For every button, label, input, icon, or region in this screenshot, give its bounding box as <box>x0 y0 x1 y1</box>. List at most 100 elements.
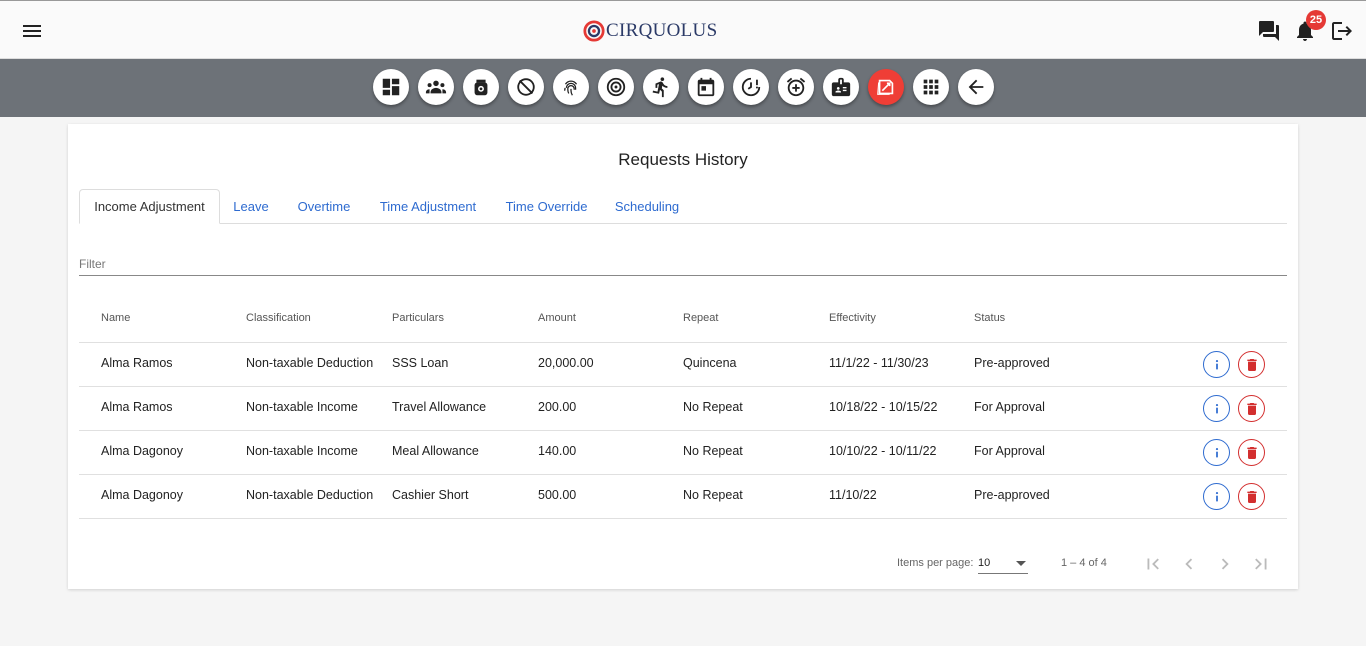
back-arrow-icon[interactable] <box>958 69 994 105</box>
info-button[interactable] <box>1203 439 1230 466</box>
cell-repeat: No Repeat <box>683 400 743 414</box>
table-row: Alma Ramos Non-taxable Income Travel All… <box>79 387 1287 431</box>
cell-repeat: Quincena <box>683 356 737 370</box>
cell-effectivity: 10/10/22 - 10/11/22 <box>829 444 937 458</box>
cell-status: Pre-approved <box>974 488 1050 502</box>
next-page-button[interactable] <box>1213 552 1237 576</box>
employees-icon[interactable] <box>418 69 454 105</box>
delete-button[interactable] <box>1238 395 1265 422</box>
cell-effectivity: 11/10/22 <box>829 488 877 502</box>
column-header-name[interactable]: Name <box>101 312 130 324</box>
cell-particulars: Cashier Short <box>392 488 469 502</box>
brand-name: CIRQUOLUS <box>606 20 718 41</box>
cell-classification: Non-taxable Income <box>246 400 358 414</box>
tab-overtime[interactable]: Overtime <box>286 189 362 224</box>
trash-icon <box>1246 402 1257 415</box>
cell-amount: 500.00 <box>538 488 577 502</box>
notification-count-badge: 25 <box>1306 10 1326 30</box>
cell-repeat: No Repeat <box>683 488 743 502</box>
table-header-row: Name Classification Particulars Amount R… <box>79 299 1287 343</box>
calendar-icon[interactable] <box>688 69 724 105</box>
info-button[interactable] <box>1203 351 1230 378</box>
tab-leave[interactable]: Leave <box>220 189 282 224</box>
last-page-icon <box>1255 558 1267 570</box>
cell-classification: Non-taxable Deduction <box>246 356 374 370</box>
trash-icon <box>1246 490 1257 503</box>
alarm-add-icon[interactable] <box>778 69 814 105</box>
cell-status: For Approval <box>974 444 1045 458</box>
info-button[interactable] <box>1203 395 1230 422</box>
cell-classification: Non-taxable Deduction <box>246 488 374 502</box>
logout-icon[interactable] <box>1330 19 1354 43</box>
cell-amount: 200.00 <box>538 400 577 414</box>
trash-icon <box>1246 446 1257 459</box>
table-row: Alma Dagonoy Non-taxable Deduction Cashi… <box>79 475 1287 519</box>
trash-icon <box>1246 358 1257 371</box>
delete-button[interactable] <box>1238 439 1265 466</box>
chevron-left-icon <box>1185 558 1193 570</box>
target-icon[interactable] <box>598 69 634 105</box>
paginator: Items per page: 10 1 – 4 of 4 <box>68 552 1298 576</box>
page-range-label: 1 – 4 of 4 <box>1061 557 1107 569</box>
no-timer-icon[interactable] <box>508 69 544 105</box>
info-button[interactable] <box>1203 483 1230 510</box>
cell-classification: Non-taxable Income <box>246 444 358 458</box>
cell-particulars: Travel Allowance <box>392 400 487 414</box>
time-alert-icon[interactable] <box>733 69 769 105</box>
menu-icon[interactable] <box>20 19 44 43</box>
apps-grid-icon[interactable] <box>913 69 949 105</box>
logo-mark-icon <box>583 20 605 42</box>
delete-button[interactable] <box>1238 483 1265 510</box>
table-row: Alma Dagonoy Non-taxable Income Meal All… <box>79 431 1287 475</box>
requests-icon[interactable] <box>868 69 904 105</box>
column-header-amount[interactable]: Amount <box>538 312 576 324</box>
items-per-page-label: Items per page: <box>897 557 974 569</box>
previous-page-button[interactable] <box>1177 552 1201 576</box>
column-header-effectivity[interactable]: Effectivity <box>829 312 876 324</box>
tab-time-adjustment[interactable]: Time Adjustment <box>370 189 486 224</box>
info-icon <box>1215 447 1218 457</box>
info-icon <box>1215 403 1218 413</box>
cell-effectivity: 10/18/22 - 10/15/22 <box>829 400 938 414</box>
tab-income-adjustment[interactable]: Income Adjustment <box>79 189 220 224</box>
chevron-right-icon <box>1221 558 1229 570</box>
column-header-classification[interactable]: Classification <box>246 312 311 324</box>
cell-status: Pre-approved <box>974 356 1050 370</box>
running-icon[interactable] <box>643 69 679 105</box>
top-app-bar: CIRQUOLUS 25 <box>0 0 1366 59</box>
first-page-button[interactable] <box>1141 552 1165 576</box>
delete-button[interactable] <box>1238 351 1265 378</box>
items-per-page-value: 10 <box>978 557 991 569</box>
chat-icon[interactable] <box>1257 19 1281 43</box>
requests-table: Name Classification Particulars Amount R… <box>79 299 1287 519</box>
dropdown-arrow-icon <box>1016 561 1026 566</box>
dashboard-icon[interactable] <box>373 69 409 105</box>
cell-amount: 140.00 <box>538 444 577 458</box>
cell-status: For Approval <box>974 400 1045 414</box>
cell-repeat: No Repeat <box>683 444 743 458</box>
items-per-page-select[interactable]: 10 <box>978 552 1028 574</box>
cell-name: Alma Ramos <box>101 400 173 414</box>
last-page-button[interactable] <box>1249 552 1273 576</box>
cell-name: Alma Ramos <box>101 356 173 370</box>
cell-effectivity: 11/1/22 - 11/30/23 <box>829 356 929 370</box>
cell-particulars: SSS Loan <box>392 356 449 370</box>
info-icon <box>1215 359 1218 369</box>
id-badge-icon[interactable] <box>823 69 859 105</box>
request-type-tabs: Income Adjustment Leave Overtime Time Ad… <box>79 189 1287 224</box>
cell-name: Alma Dagonoy <box>101 444 183 458</box>
tab-time-override[interactable]: Time Override <box>497 189 596 224</box>
fingerprint-icon[interactable] <box>553 69 589 105</box>
cell-name: Alma Dagonoy <box>101 488 183 502</box>
filter-input[interactable] <box>79 254 1287 274</box>
cell-amount: 20,000.00 <box>538 356 594 370</box>
column-header-status[interactable]: Status <box>974 312 1005 324</box>
brand-logo[interactable]: CIRQUOLUS <box>583 18 717 44</box>
requests-history-card: Requests History Income Adjustment Leave… <box>68 124 1298 589</box>
tab-scheduling[interactable]: Scheduling <box>607 189 687 224</box>
cell-particulars: Meal Allowance <box>392 444 479 458</box>
table-row: Alma Ramos Non-taxable Deduction SSS Loa… <box>79 343 1287 387</box>
payroll-bag-icon[interactable] <box>463 69 499 105</box>
column-header-repeat[interactable]: Repeat <box>683 312 718 324</box>
column-header-particulars[interactable]: Particulars <box>392 312 444 324</box>
